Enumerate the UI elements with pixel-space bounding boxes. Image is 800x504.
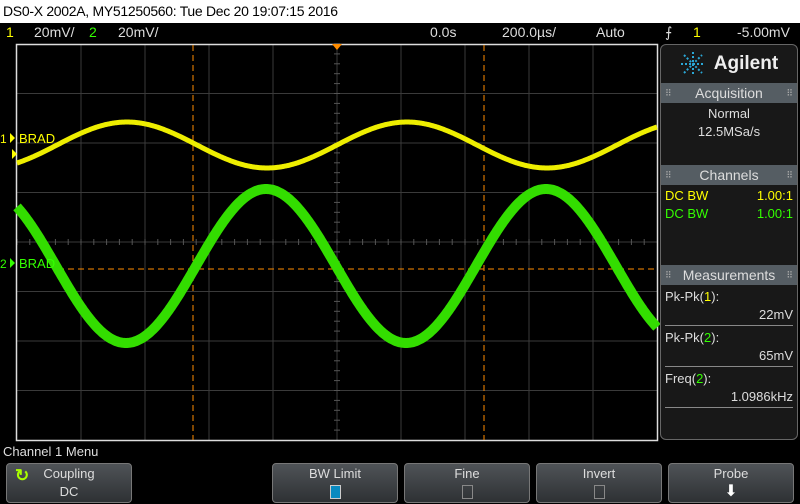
ch1-scale[interactable]: 20mV/ (34, 23, 74, 42)
time-delay[interactable]: 0.0s (430, 23, 456, 42)
fine-softkey[interactable]: Fine (404, 463, 530, 503)
side-panel: Agilent Acquisition Normal 12.5MSa/s Cha… (660, 44, 798, 440)
trigger-source[interactable]: 1 (693, 23, 701, 42)
title-bar: DS0-X 2002A, MY51250560: Tue Dec 20 19:0… (0, 0, 800, 23)
ch1-ground-marker[interactable]: 1 BRAD (0, 131, 55, 159)
probe-softkey[interactable]: Probe ⬇ (668, 463, 794, 503)
status-bar: 1 20mV/ 2 20mV/ 0.0s 200.0µs/ Auto ⨍ 1 -… (0, 23, 800, 42)
channels-section: DC BW 1.00:1 DC BW 1.00:1 (661, 185, 797, 265)
channel-row-1: DC BW 1.00:1 (665, 188, 793, 203)
ch1-trace-label: BRAD (19, 131, 55, 146)
rotate-knob-icon: ↻ (15, 466, 30, 485)
invert-softkey[interactable]: Invert (536, 463, 662, 503)
acquisition-section: Normal 12.5MSa/s (661, 103, 797, 165)
sample-rate: 12.5MSa/s (697, 124, 761, 139)
menu-title: Channel 1 Menu (3, 444, 99, 459)
acquisition-mode: Normal (708, 106, 750, 121)
agilent-logo: Agilent (661, 45, 797, 83)
coupling-softkey[interactable]: ↻ Coupling DC (6, 463, 132, 503)
measurement-item: Freq(2): 1.0986kHz (665, 370, 793, 408)
invert-checkbox[interactable] (593, 485, 605, 499)
ch1-indicator[interactable]: 1 (6, 23, 14, 42)
svg-text:2: 2 (0, 257, 7, 271)
trigger-position-marker (332, 44, 342, 50)
waveform-display[interactable]: 1 BRAD 2 BRAD (0, 42, 660, 442)
measurement-value: 65mV (665, 347, 793, 367)
ch2-scale[interactable]: 20mV/ (118, 23, 158, 42)
channels-header[interactable]: Channels (661, 165, 797, 185)
measurement-value: 1.0986kHz (665, 388, 793, 408)
ch2-ground-marker[interactable]: 2 BRAD (0, 256, 55, 271)
measurement-item: Pk-Pk(1): 22mV (665, 288, 793, 326)
ch2-trace-label: BRAD (19, 256, 55, 271)
bw-limit-softkey[interactable]: BW Limit (272, 463, 398, 503)
arrow-down-icon: ⬇ (724, 483, 738, 500)
trigger-mode[interactable]: Auto (596, 23, 625, 42)
bw-limit-checkbox[interactable] (329, 485, 341, 499)
brand-name: Agilent (713, 53, 779, 74)
measurements-header[interactable]: Measurements (661, 265, 797, 285)
measurements-section: Pk-Pk(1): 22mV Pk-Pk(2): 65mV Freq(2): 1… (661, 285, 797, 408)
graticule (16, 43, 657, 440)
measurement-value: 22mV (665, 306, 793, 326)
measurement-item: Pk-Pk(2): 65mV (665, 329, 793, 367)
acquisition-header[interactable]: Acquisition (661, 83, 797, 103)
rising-edge-icon: ⨍ (665, 24, 673, 40)
fine-checkbox[interactable] (461, 485, 473, 499)
trigger-level[interactable]: -5.00mV (737, 23, 790, 42)
channel-row-2: DC BW 1.00:1 (665, 206, 793, 221)
agilent-spark-icon (680, 52, 705, 76)
svg-text:1: 1 (0, 132, 7, 146)
time-scale[interactable]: 200.0µs/ (502, 23, 556, 42)
ch2-indicator[interactable]: 2 (89, 23, 97, 42)
